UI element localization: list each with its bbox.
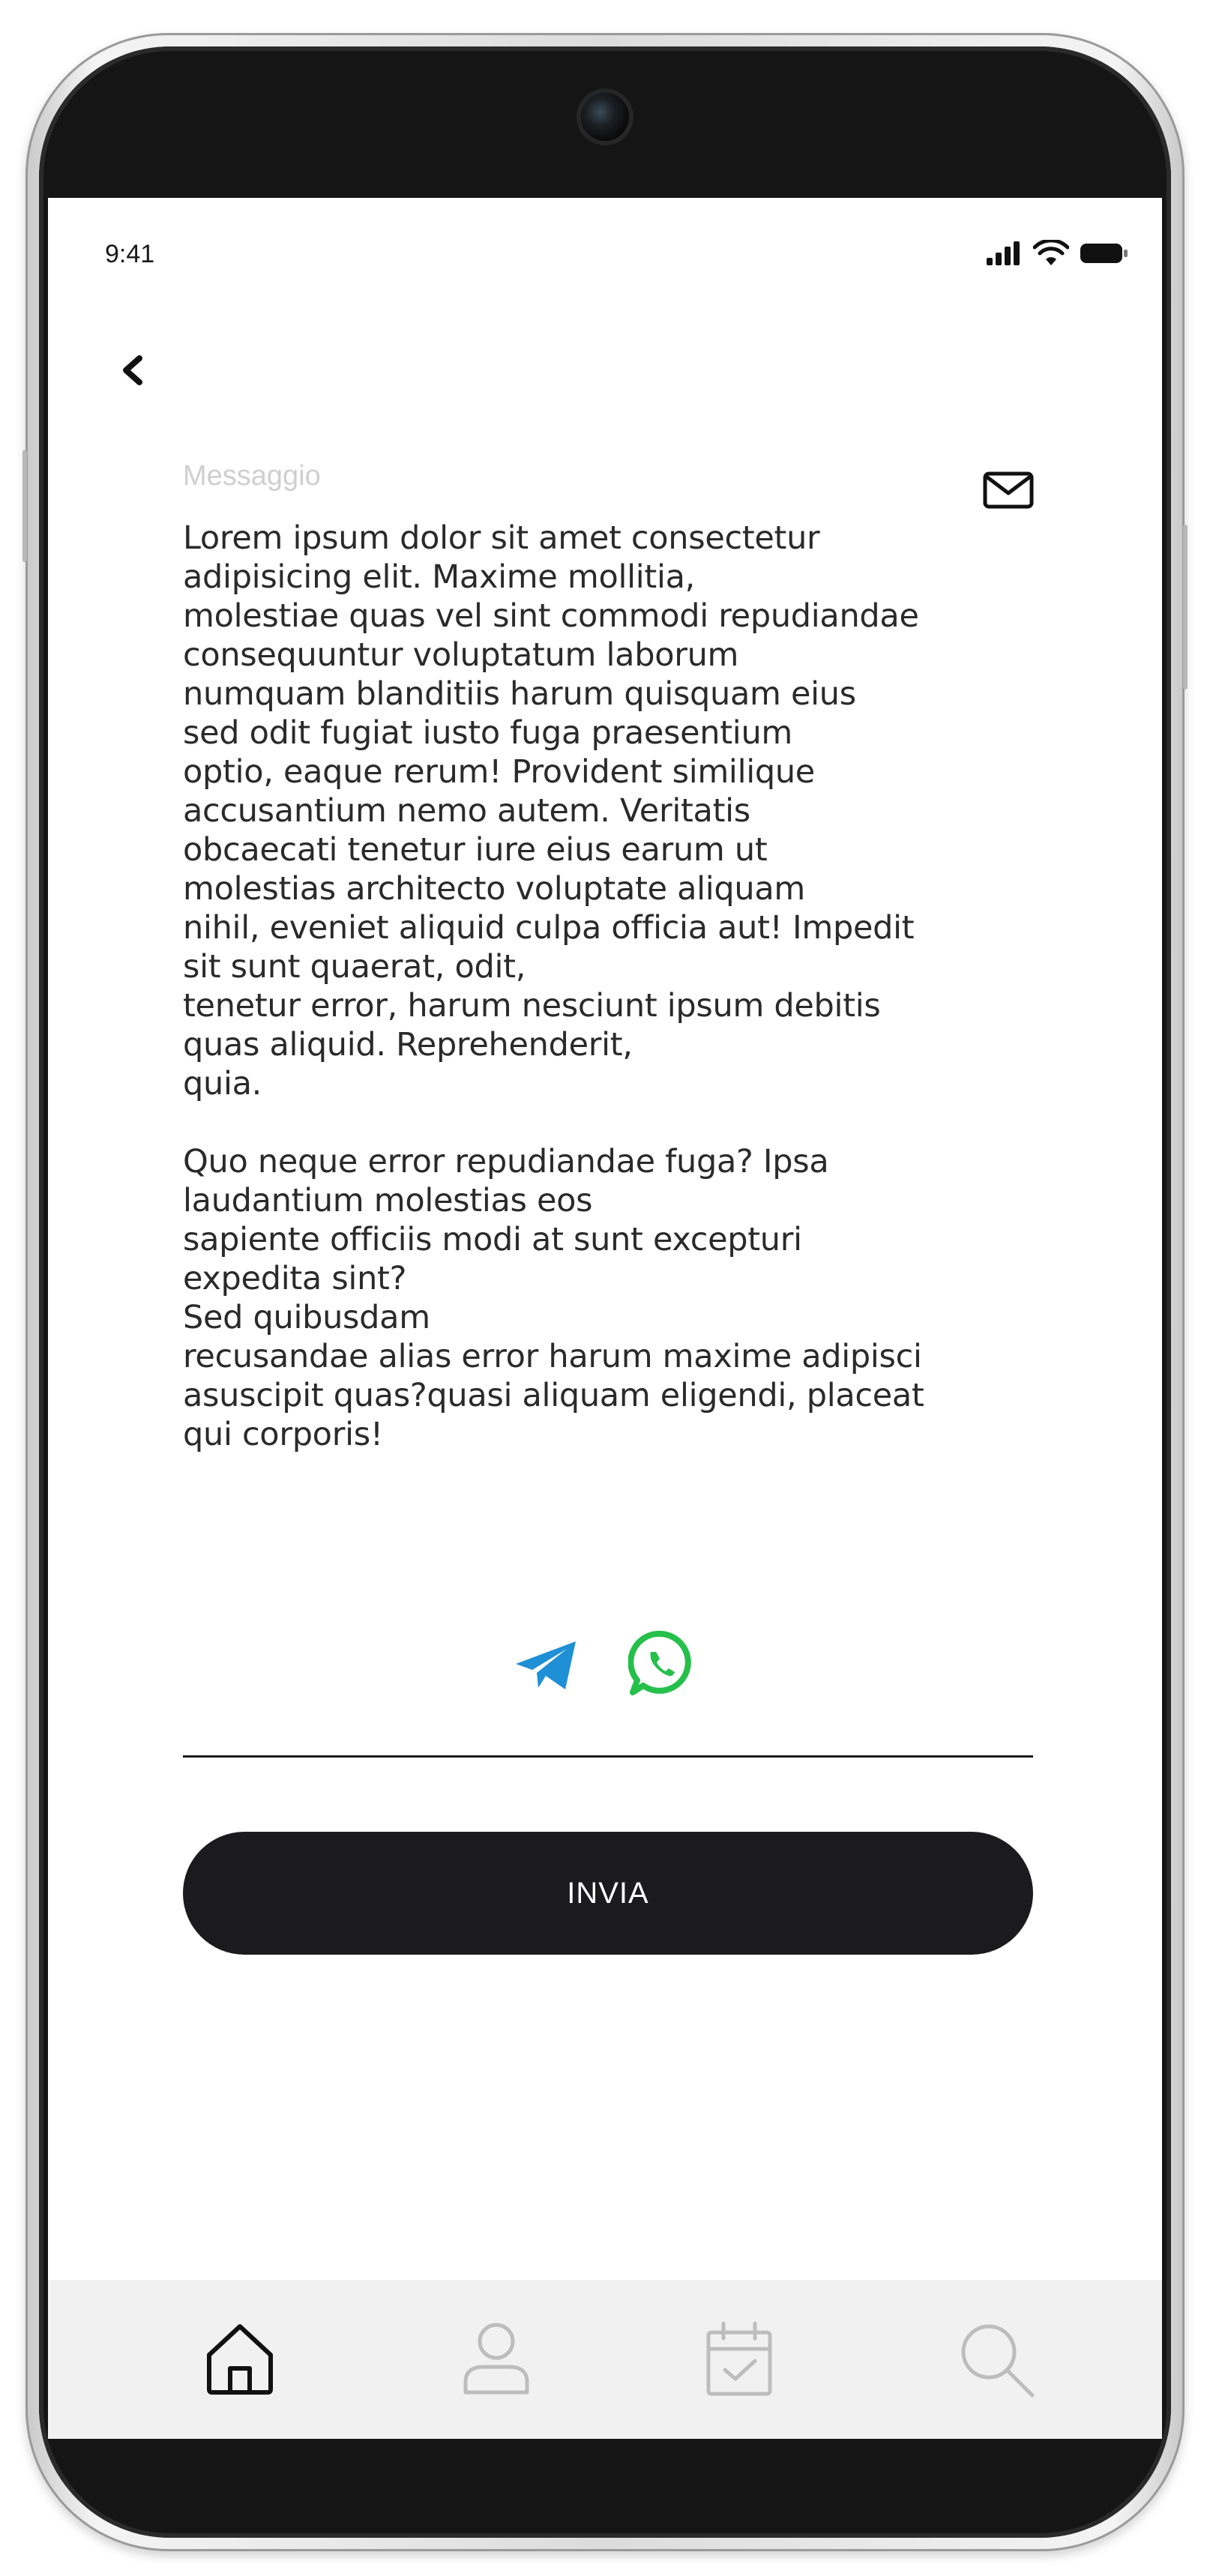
whatsapp-icon[interactable] [628,1629,696,1697]
message-label: Messaggio [183,460,321,492]
status-bar: 9:41 [48,198,1162,310]
side-button [1183,525,1188,690]
message-field[interactable]: Messaggio Lorem ipsum dolor sit amet con… [183,460,1034,1758]
front-camera [581,93,629,141]
status-icons [985,240,1129,267]
chevron-left-icon [123,355,142,385]
battery-icon [1080,244,1128,263]
share-options [513,1622,708,1704]
user-icon [463,2323,529,2395]
status-time: 9:41 [105,240,155,268]
message-textarea[interactable]: Lorem ipsum dolor sit amet consectetur a… [183,519,1038,1454]
home-icon [207,2324,273,2395]
app-screen: 9:41 Messaggio Lorem ipsum dolor sit ame… [48,198,1162,2439]
side-button [22,450,27,562]
calendar-check-icon [706,2321,772,2396]
signal-icon [987,241,1020,265]
back-button[interactable] [108,346,156,394]
nav-item-profile[interactable] [451,2314,541,2404]
nav-item-search[interactable] [951,2314,1041,2404]
nav-item-home[interactable] [195,2314,285,2404]
search-icon [961,2324,1035,2398]
mail-icon [983,471,1034,509]
bottom-navigation [48,2280,1162,2439]
message-underline [183,1755,1033,1758]
wifi-icon [1033,240,1069,265]
telegram-icon[interactable] [513,1638,580,1692]
nav-item-calendar[interactable] [694,2314,784,2404]
send-button[interactable]: INVIA [183,1832,1033,1955]
